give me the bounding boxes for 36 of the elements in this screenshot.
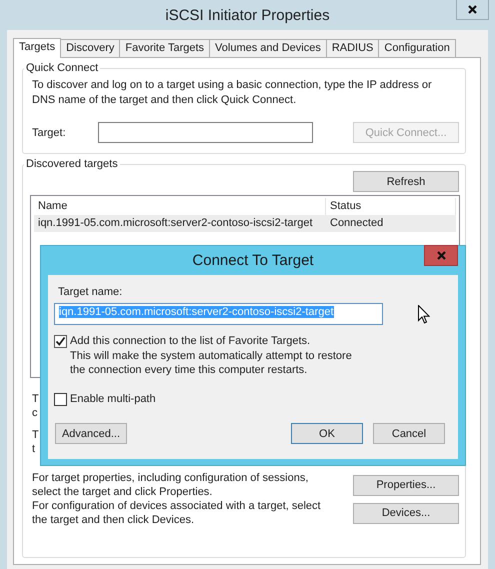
group-title: Discovered targets (25, 158, 119, 170)
help-text: select the target and click Properties. (32, 485, 212, 499)
action-button[interactable]: Devices... (353, 502, 459, 524)
list-cell-text: iqn.1991-05.com.microsoft:server2-contoso-iscsi2-target (37, 216, 314, 231)
help-text: For target properties, including configuration of sessions, (32, 471, 308, 485)
checkbox[interactable] (54, 335, 67, 348)
tab[interactable]: Targets (13, 38, 62, 58)
help-text: the target and then click Devices. (32, 513, 194, 527)
description-text: To discover and log on to a target using a basic connection, type the IP address or DNS name of the target and then click Quick Connect. (32, 78, 433, 108)
dialog-button[interactable]: OK (291, 423, 363, 444)
refresh-button[interactable]: Refresh (353, 171, 459, 192)
dialog-title: Connect To Target (192, 252, 314, 269)
list-row[interactable]: iqn.1991-05.com.microsoft:server2-contoso-iscsi2-target Connected (34, 215, 456, 232)
field-label: Target name: (58, 286, 124, 298)
group-title: Quick Connect (25, 62, 100, 74)
close-icon (468, 5, 477, 14)
action-button[interactable]: Properties... (353, 474, 459, 496)
window-title: iSCSI Initiator Properties (165, 6, 330, 24)
note-text: This will make the system automatically attempt to restore the connection every time this computer restarts. (70, 349, 353, 377)
checkbox-label: Add this connection to the list of Favorite Targets. (70, 334, 312, 348)
dialog-button[interactable]: Cancel (373, 423, 445, 444)
help-text: T (32, 392, 39, 406)
help-text: t (32, 442, 36, 456)
help-text: T (32, 428, 39, 442)
close-button[interactable] (456, 0, 489, 20)
pointer-cursor-icon (418, 305, 430, 324)
close-icon (436, 251, 446, 260)
tab[interactable]: Configuration (378, 39, 456, 57)
checkbox-label: Enable multi-path (70, 392, 156, 406)
help-text: For configuration of devices associated with a target, select (32, 499, 321, 513)
target-field[interactable] (98, 122, 313, 143)
checkbox[interactable] (54, 393, 67, 406)
dialog-button[interactable]: Advanced... (55, 423, 127, 444)
help-text: c (32, 406, 38, 420)
target-label: Target: (32, 126, 67, 138)
list-cell-text: Connected (329, 216, 384, 231)
